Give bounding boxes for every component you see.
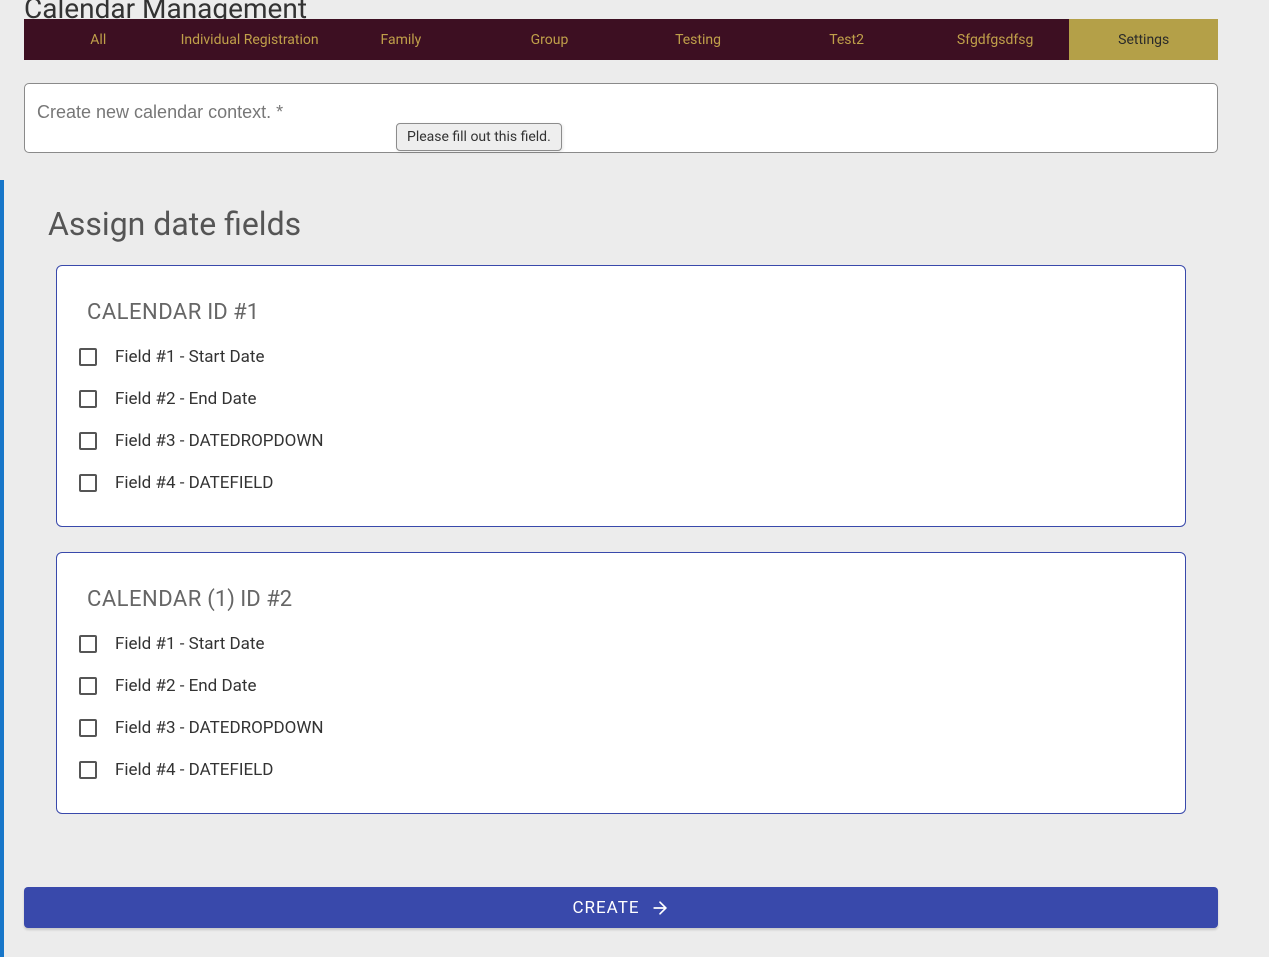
field-checkbox[interactable] <box>79 474 97 492</box>
tab-test2[interactable]: Test2 <box>772 19 921 60</box>
calendar-card-1: CALENDAR ID #1 Field #1 - Start Date Fie… <box>56 265 1186 527</box>
field-label: Field #3 - DATEDROPDOWN <box>115 431 324 451</box>
field-row: Field #2 - End Date <box>87 676 1149 696</box>
field-checkbox[interactable] <box>79 761 97 779</box>
calendar-card-title: CALENDAR ID #1 <box>87 300 1149 325</box>
field-row: Field #4 - DATEFIELD <box>87 760 1149 780</box>
field-row: Field #3 - DATEDROPDOWN <box>87 718 1149 738</box>
field-checkbox[interactable] <box>79 635 97 653</box>
field-label: Field #2 - End Date <box>115 676 256 696</box>
field-row: Field #3 - DATEDROPDOWN <box>87 431 1149 451</box>
card-title-prefix: CALENDAR <box>87 300 202 325</box>
card-title-prefix: CALENDAR <box>87 587 202 612</box>
field-label: Field #4 - DATEFIELD <box>115 760 273 780</box>
field-checkbox[interactable] <box>79 432 97 450</box>
calendar-card-2: CALENDAR (1) ID #2 Field #1 - Start Date… <box>56 552 1186 814</box>
field-label: Field #1 - Start Date <box>115 347 264 367</box>
context-input[interactable] <box>37 102 1205 123</box>
context-input-container <box>24 83 1218 153</box>
field-row: Field #4 - DATEFIELD <box>87 473 1149 493</box>
tab-label: All <box>90 32 106 48</box>
calendar-card-title: CALENDAR (1) ID #2 <box>87 587 1149 612</box>
tab-all[interactable]: All <box>24 19 173 60</box>
tabs-bar: All Individual Registration Family Group… <box>24 19 1218 60</box>
field-label: Field #3 - DATEDROPDOWN <box>115 718 324 738</box>
field-row: Field #1 - Start Date <box>87 634 1149 654</box>
card-title-suffix: ID #1 <box>202 300 259 325</box>
field-row: Field #2 - End Date <box>87 389 1149 409</box>
tab-label: Test2 <box>829 32 864 48</box>
field-label: Field #1 - Start Date <box>115 634 264 654</box>
tab-label: Family <box>380 32 421 48</box>
tab-testing[interactable]: Testing <box>624 19 773 60</box>
tab-sfgdfgsdfsg[interactable]: Sfgdfgsdfsg <box>921 19 1070 60</box>
tab-settings[interactable]: Settings <box>1069 19 1218 60</box>
left-accent-bar <box>0 180 4 957</box>
validation-tooltip-text: Please fill out this field. <box>407 129 551 145</box>
field-checkbox[interactable] <box>79 348 97 366</box>
field-row: Field #1 - Start Date <box>87 347 1149 367</box>
field-checkbox[interactable] <box>79 677 97 695</box>
tab-label: Testing <box>675 32 721 48</box>
field-label: Field #4 - DATEFIELD <box>115 473 273 493</box>
create-button-label: CREATE <box>572 898 639 918</box>
tab-label: Sfgdfgsdfsg <box>957 32 1033 48</box>
tab-label: Settings <box>1118 32 1169 48</box>
field-checkbox[interactable] <box>79 719 97 737</box>
tab-group[interactable]: Group <box>475 19 624 60</box>
field-checkbox[interactable] <box>79 390 97 408</box>
field-label: Field #2 - End Date <box>115 389 256 409</box>
tab-label: Individual Registration <box>181 32 319 48</box>
validation-tooltip: Please fill out this field. <box>396 123 562 151</box>
create-button[interactable]: CREATE <box>24 887 1218 928</box>
card-title-suffix: (1) ID #2 <box>202 587 292 612</box>
section-heading: Assign date fields <box>48 205 301 243</box>
tab-family[interactable]: Family <box>327 19 476 60</box>
tab-label: Group <box>531 32 569 48</box>
arrow-right-icon <box>650 898 670 918</box>
tab-individual-registration[interactable]: Individual Registration <box>173 19 327 60</box>
